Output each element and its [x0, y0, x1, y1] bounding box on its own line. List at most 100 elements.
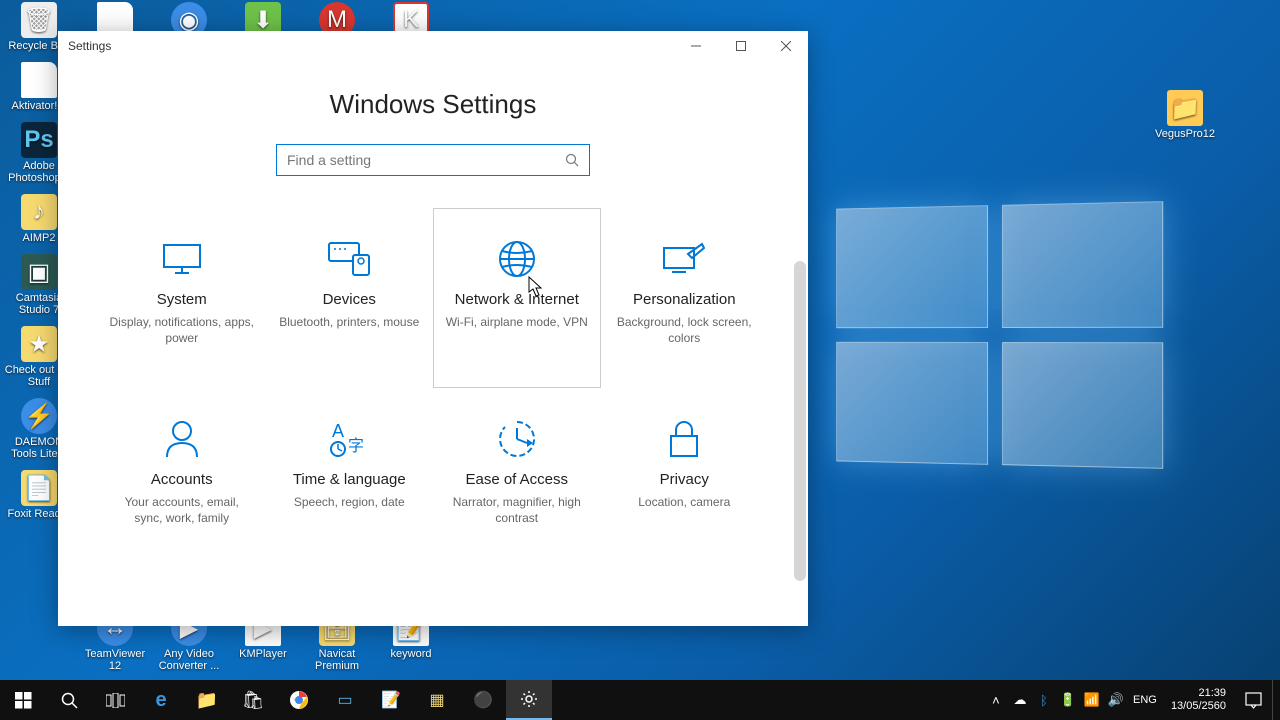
tile-privacy[interactable]: Privacy Location, camera	[601, 388, 769, 568]
tray-network[interactable]: 📶	[1081, 680, 1103, 720]
aimp-icon: ♪	[21, 194, 57, 230]
tile-devices[interactable]: Devices Bluetooth, printers, mouse	[266, 208, 434, 388]
lock-icon	[667, 419, 701, 459]
maximize-icon	[736, 41, 746, 51]
taskbar-left: e 📁 🛍 ▭ 📝 ▦ ⚫	[0, 680, 552, 720]
daemon-icon: ⚡	[21, 398, 57, 434]
file-icon	[21, 62, 57, 98]
tray-onedrive[interactable]: ☁	[1009, 680, 1031, 720]
edge-icon: e	[155, 689, 166, 712]
date-label: 13/05/2560	[1171, 700, 1226, 713]
tray-bluetooth[interactable]: ᛒ	[1033, 680, 1055, 720]
time-label: 21:39	[1171, 687, 1226, 700]
lang-label: ENG	[1133, 694, 1157, 706]
taskbar-store[interactable]: 🛍	[230, 680, 276, 720]
svg-text:字: 字	[348, 437, 364, 455]
sticky-icon: ▦	[429, 690, 444, 710]
time-language-icon: A字	[328, 419, 370, 459]
task-view-icon	[106, 693, 125, 708]
tile-desc: Your accounts, email, sync, work, family	[109, 494, 255, 526]
person-icon	[164, 419, 200, 459]
tile-accounts[interactable]: Accounts Your accounts, email, sync, wor…	[98, 388, 266, 568]
tile-title: Privacy	[660, 471, 709, 488]
notepad-icon: 📝	[381, 690, 401, 710]
personalization-icon	[662, 239, 706, 279]
tile-desc: Bluetooth, printers, mouse	[279, 314, 419, 330]
tray-chevron[interactable]: ˄	[985, 680, 1007, 720]
desktop-icons-right: 📁VegusPro12	[1150, 90, 1220, 140]
folder-icon: 📁	[196, 690, 218, 711]
tile-title: Accounts	[151, 471, 213, 488]
taskbar-edge[interactable]: e	[138, 680, 184, 720]
settings-tiles-grid: System Display, notifications, apps, pow…	[58, 208, 808, 568]
taskbar-clock[interactable]: 21:39 13/05/2560	[1163, 687, 1234, 712]
svg-text:A: A	[332, 421, 344, 441]
taskbar-chrome[interactable]	[276, 680, 322, 720]
star-icon: ★	[21, 326, 57, 362]
store-icon: 🛍	[242, 690, 265, 711]
task-view-button[interactable]	[92, 680, 138, 720]
tile-desc: Display, notifications, apps, power	[109, 314, 255, 346]
tile-personalization[interactable]: Personalization Background, lock screen,…	[601, 208, 769, 388]
close-icon	[781, 41, 791, 51]
desktop-icon-veguspro[interactable]: 📁VegusPro12	[1150, 90, 1220, 140]
bluetooth-icon: ᛒ	[1040, 693, 1048, 708]
tile-title: Personalization	[633, 291, 736, 308]
devices-icon	[327, 239, 371, 279]
tile-title: Devices	[323, 291, 376, 308]
wifi-icon: 📶	[1084, 692, 1100, 708]
page-title: Windows Settings	[330, 89, 537, 120]
folder-icon: 📁	[1167, 90, 1203, 126]
start-button[interactable]	[0, 680, 46, 720]
minimize-icon	[691, 41, 701, 51]
tile-ease-of-access[interactable]: Ease of Access Narrator, magnifier, high…	[433, 388, 601, 568]
maximize-button[interactable]	[718, 31, 763, 61]
recycle-bin-icon: 🗑	[21, 2, 57, 38]
display-icon	[161, 239, 203, 279]
foxit-icon: 📄	[21, 470, 57, 506]
window-title: Settings	[68, 39, 111, 53]
notification-icon	[1245, 692, 1262, 709]
globe-icon	[497, 239, 537, 279]
close-button[interactable]	[763, 31, 808, 61]
tray-volume[interactable]: 🔊	[1105, 680, 1127, 720]
window-titlebar[interactable]: Settings	[58, 31, 808, 61]
tile-system[interactable]: System Display, notifications, apps, pow…	[98, 208, 266, 388]
chevron-up-icon: ˄	[992, 693, 1000, 708]
search-field-wrap[interactable]	[276, 144, 590, 176]
tray-power[interactable]: 🔋	[1057, 680, 1079, 720]
window-icon: ▭	[337, 690, 352, 710]
search-input[interactable]	[287, 152, 565, 168]
battery-icon: 🔋	[1060, 692, 1076, 708]
taskbar-right: ˄ ☁ ᛒ 🔋 📶 🔊 ENG 21:39 13/05/2560	[985, 680, 1280, 720]
search-button[interactable]	[46, 680, 92, 720]
tile-title: Time & language	[293, 471, 406, 488]
taskbar-settings[interactable]	[506, 680, 552, 720]
tile-network-internet[interactable]: Network & Internet Wi-Fi, airplane mode,…	[433, 208, 601, 388]
volume-icon: 🔊	[1108, 692, 1124, 708]
cloud-icon: ☁	[1013, 692, 1026, 708]
minimize-button[interactable]	[673, 31, 718, 61]
windows-logo-art	[836, 201, 1163, 469]
gear-icon	[520, 690, 538, 708]
tile-desc: Narrator, magnifier, high contrast	[444, 494, 590, 526]
tile-time-language[interactable]: A字 Time & language Speech, region, date	[266, 388, 434, 568]
show-desktop-button[interactable]	[1272, 680, 1278, 720]
tile-title: Network & Internet	[455, 291, 579, 308]
search-icon	[61, 692, 78, 709]
action-center-button[interactable]	[1236, 680, 1270, 720]
taskbar-app[interactable]: ▭	[322, 680, 368, 720]
settings-window: Settings Windows Settings System Display…	[58, 31, 808, 626]
tile-title: System	[157, 291, 207, 308]
taskbar-notepad[interactable]: 📝	[368, 680, 414, 720]
scrollbar[interactable]	[794, 261, 806, 581]
tile-desc: Background, lock screen, colors	[612, 314, 758, 346]
taskbar-explorer[interactable]: 📁	[184, 680, 230, 720]
tile-desc: Wi-Fi, airplane mode, VPN	[446, 314, 588, 330]
settings-body: Windows Settings System Display, notific…	[58, 61, 808, 626]
photoshop-icon: Ps	[21, 122, 57, 158]
tray-language[interactable]: ENG	[1129, 680, 1161, 720]
taskbar: e 📁 🛍 ▭ 📝 ▦ ⚫ ˄ ☁ ᛒ 🔋 📶 🔊 ENG 21:39 13/0…	[0, 680, 1280, 720]
taskbar-sticky[interactable]: ▦	[414, 680, 460, 720]
taskbar-app2[interactable]: ⚫	[460, 680, 506, 720]
